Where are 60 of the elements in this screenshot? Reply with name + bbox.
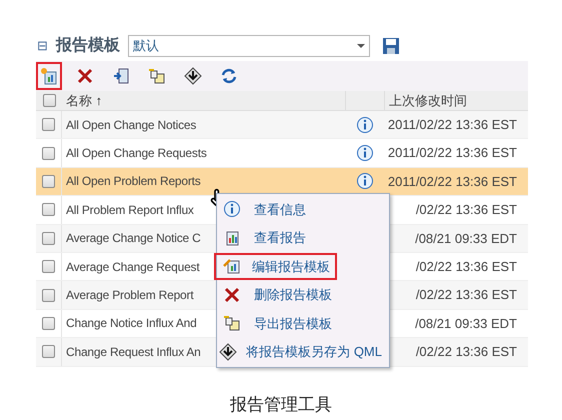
- sort-arrow: ↑: [96, 92, 102, 108]
- column-header[interactable]: 上次修改时间: [385, 90, 467, 110]
- table-cell-text: Average Problem Report: [66, 287, 194, 304]
- menu-item[interactable]: 查看报告: [247, 224, 313, 252]
- table-cell-text: /02/22 13:36 EST: [414, 258, 518, 276]
- menu-item[interactable]: 编辑报告模板: [214, 252, 337, 280]
- table-cell-text: 2011/02/22 13:36 EST: [386, 116, 518, 134]
- table-cell-text: /08/21 09:33 EDT: [414, 314, 518, 333]
- table-cell-text: All Problem Report Influx: [66, 202, 194, 219]
- row-checkbox[interactable]: [42, 345, 55, 358]
- edit-chart-icon: [223, 257, 241, 276]
- table-row[interactable]: All Open Change Notices 2011/02/22 13:36 EST: [36, 111, 528, 140]
- table-cell-text: All Open Problem Reports: [66, 173, 201, 190]
- table-row[interactable]: All Open Change Requests 2011/02/22 13:36 EST: [36, 139, 528, 168]
- table-cell-text: All Open Change Notices: [66, 116, 196, 134]
- diamond-arrow-icon: [219, 342, 238, 361]
- table-cell-text: /08/21 09:33 EDT: [414, 230, 518, 248]
- save-icon[interactable]: [382, 37, 400, 55]
- row-checkbox[interactable]: [42, 260, 55, 274]
- section-title: 报告模板: [56, 35, 120, 56]
- table-cell-text: Change Notice Influx And: [66, 315, 197, 332]
- row-checkbox[interactable]: [42, 146, 55, 160]
- table-cell-text: /02/22 13:36 EST: [414, 201, 518, 220]
- info-icon: [223, 200, 241, 218]
- diamond-arrow-icon: [184, 67, 202, 85]
- table-cell-text: /02/22 13:36 EST: [414, 343, 518, 362]
- table-cell-text: Change Request Influx An: [66, 344, 201, 361]
- info-icon: [356, 144, 374, 162]
- table-cell-text: 2011/02/22 13:36 EST: [386, 172, 518, 191]
- table-row[interactable]: All Open Problem Reports 2011/02/22 13:36 EST: [36, 168, 528, 196]
- row-checkbox[interactable]: [42, 288, 55, 302]
- menu-item[interactable]: 将报告模板另存为 QML: [239, 338, 389, 366]
- menu-item[interactable]: 导出报告模板: [247, 310, 339, 337]
- menu-item[interactable]: 删除报告模板: [247, 281, 339, 308]
- table-cell-text: Average Change Notice C: [66, 230, 201, 248]
- row-checkbox[interactable]: [42, 118, 55, 132]
- refresh-icon: [220, 67, 238, 85]
- caret-icon: [357, 44, 365, 48]
- table-cell-text: Average Change Request: [66, 258, 200, 276]
- column-header[interactable]: 名称 ↑: [62, 90, 345, 110]
- table-cell-text: /02/22 13:36 EST: [414, 286, 518, 304]
- document-arrow-icon: [112, 67, 130, 85]
- collapse-toggle[interactable]: ⊟: [37, 36, 48, 56]
- table-cell-text: 2011/02/22 13:36 EST: [386, 144, 518, 162]
- figure-caption: 报告管理工具: [229, 394, 333, 416]
- export-icon: [223, 314, 241, 332]
- template-dropdown[interactable]: 默认: [128, 35, 370, 57]
- menu-item[interactable]: 查看信息: [247, 196, 313, 223]
- row-checkbox[interactable]: [42, 174, 55, 188]
- row-checkbox[interactable]: [42, 232, 55, 245]
- delete-icon: [223, 286, 241, 304]
- info-icon: [356, 172, 374, 190]
- new-report-icon: [40, 67, 58, 85]
- row-checkbox[interactable]: [42, 316, 55, 330]
- delete-icon: [76, 67, 94, 85]
- row-checkbox[interactable]: [42, 203, 55, 216]
- table-cell-text: All Open Change Requests: [66, 145, 207, 162]
- info-icon: [356, 116, 374, 134]
- row-checkbox[interactable]: [42, 94, 56, 107]
- export-icon: [148, 67, 166, 85]
